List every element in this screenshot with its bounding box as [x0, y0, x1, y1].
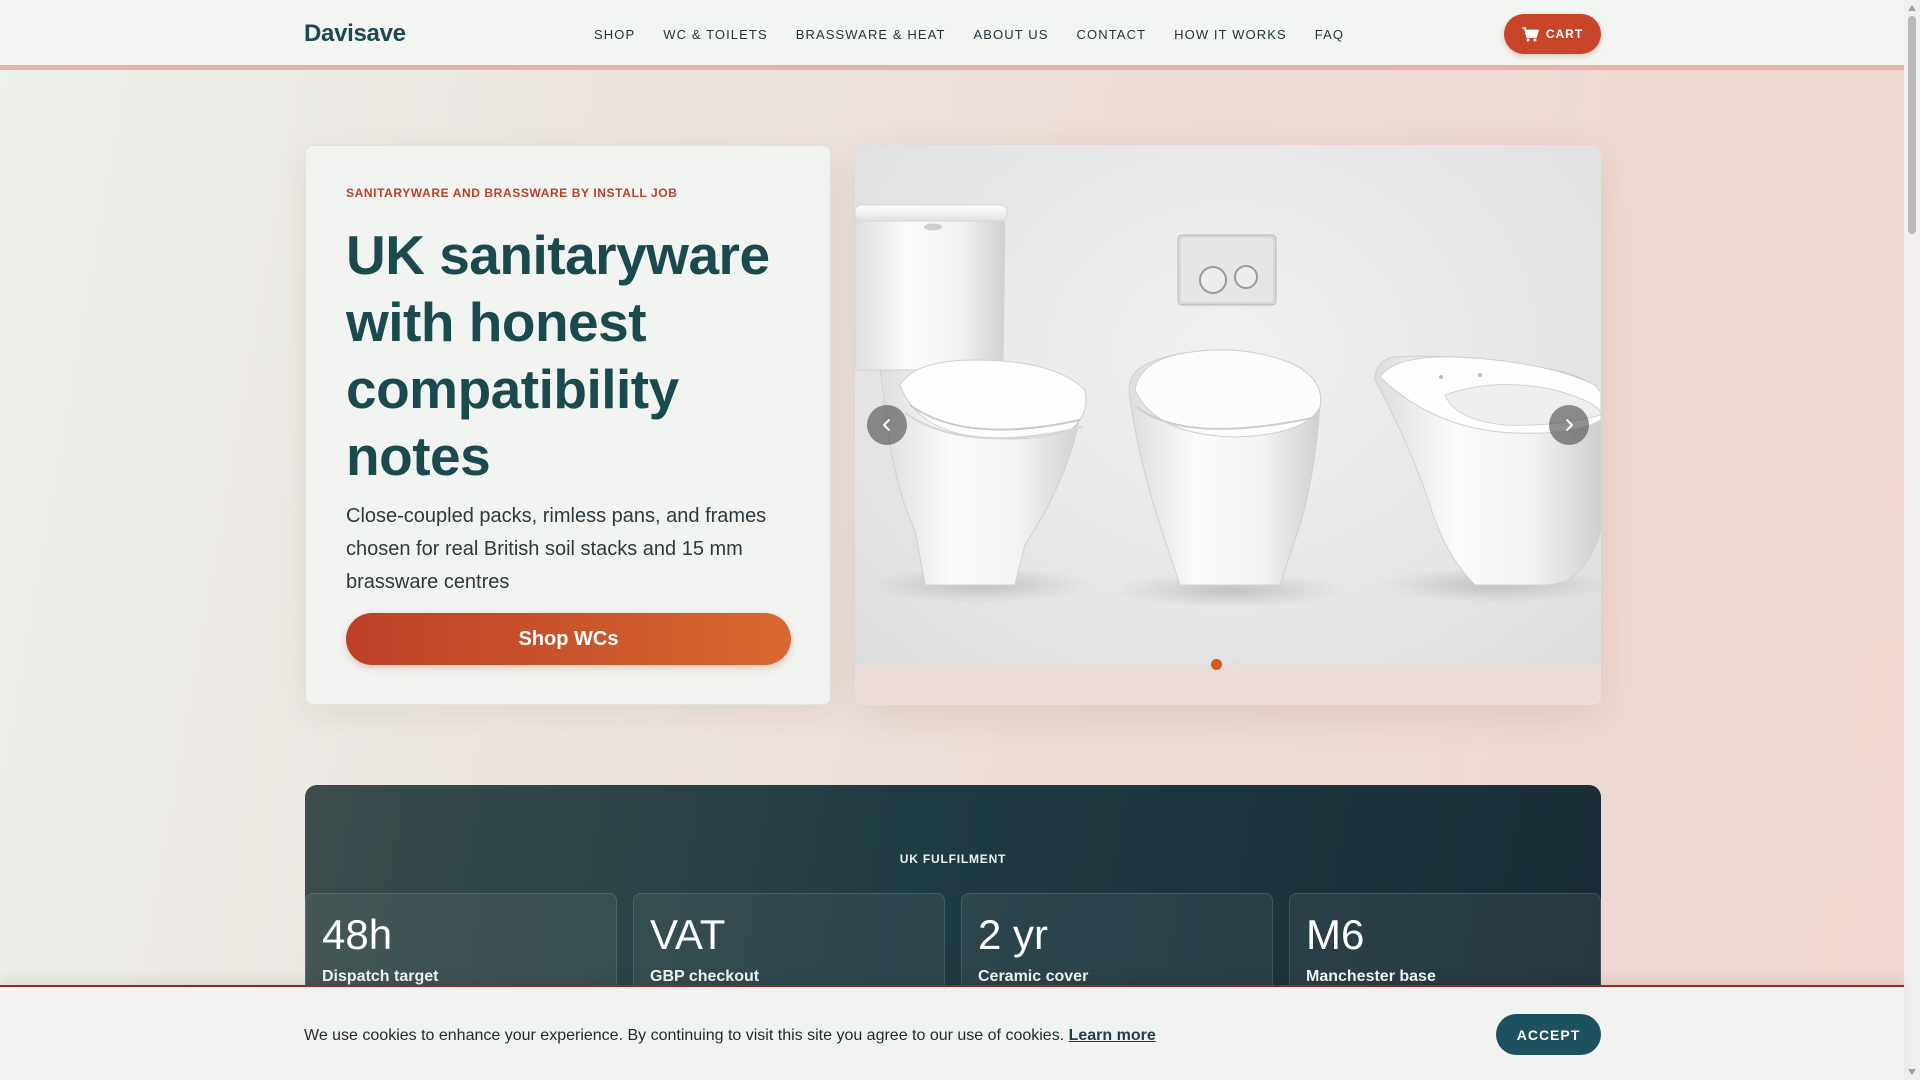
carousel-next-button[interactable]: [1549, 405, 1589, 445]
carousel-dots: [1211, 659, 1241, 670]
scroll-down-arrow-icon[interactable]: [1908, 1069, 1916, 1075]
carousel-dot-1[interactable]: [1211, 659, 1222, 670]
site-logo[interactable]: Davisave: [304, 20, 406, 48]
stat-value: VAT: [650, 911, 726, 958]
nav-item-contact[interactable]: CONTACT: [1077, 27, 1147, 42]
cart-button[interactable]: CART: [1504, 14, 1601, 54]
carousel-prev-button[interactable]: [867, 405, 907, 445]
page-scrollbar[interactable]: [1904, 0, 1920, 1080]
carousel-slide-toilets-image: [855, 145, 1601, 665]
cookie-learn-more-link[interactable]: Learn more: [1069, 1027, 1156, 1044]
shop-wcs-button[interactable]: Shop WCs: [346, 613, 791, 665]
cookie-text: We use cookies to enhance your experienc…: [304, 1027, 1065, 1044]
scrollbar-thumb[interactable]: [1908, 16, 1916, 234]
nav-item-wc-toilets[interactable]: WC & TOILETS: [663, 27, 767, 42]
nav-item-how-it-works[interactable]: HOW IT WORKS: [1174, 27, 1287, 42]
stat-label: Ceramic cover: [978, 968, 1089, 985]
cookie-banner: We use cookies to enhance your experienc…: [0, 985, 1904, 1080]
stat-label: Dispatch target: [322, 968, 439, 985]
stat-label: Manchester base: [1306, 968, 1436, 985]
stat-value: M6: [1306, 911, 1365, 958]
hero-carousel: [855, 145, 1601, 705]
scroll-up-arrow-icon[interactable]: [1908, 5, 1916, 11]
main-nav: SHOP WC & TOILETS BRASSWARE & HEAT ABOUT…: [594, 27, 1344, 42]
hero-title: UK sanitaryware with honest compatibilit…: [346, 224, 770, 487]
chevron-right-icon: [1566, 419, 1573, 431]
fulfilment-label: UK FULFILMENT: [899, 852, 1007, 866]
stat-value: 48h: [322, 911, 393, 958]
cart-icon: [1522, 26, 1539, 42]
hero-eyebrow: SANITARYWARE AND BRASSWARE BY INSTALL JO…: [346, 186, 678, 200]
hero-description: Close-coupled packs, rimless pans, and f…: [346, 505, 767, 593]
carousel-dot-2[interactable]: [1230, 659, 1241, 670]
nav-item-about-us[interactable]: ABOUT US: [974, 27, 1049, 42]
chevron-left-icon: [883, 419, 890, 431]
nav-item-shop[interactable]: SHOP: [594, 27, 635, 42]
stat-value: 2 yr: [978, 911, 1049, 958]
site-header: Davisave SHOP WC & TOILETS BRASSWARE & H…: [0, 0, 1904, 70]
nav-item-faq[interactable]: FAQ: [1315, 27, 1344, 42]
cart-label: CART: [1545, 27, 1584, 41]
cookie-message: We use cookies to enhance your experienc…: [304, 1027, 1156, 1045]
stat-label: GBP checkout: [650, 968, 760, 985]
hero-card: SANITARYWARE AND BRASSWARE BY INSTALL JO…: [305, 145, 831, 705]
nav-item-brassware-heat[interactable]: BRASSWARE & HEAT: [796, 27, 946, 42]
cookie-accept-button[interactable]: ACCEPT: [1496, 1014, 1601, 1055]
